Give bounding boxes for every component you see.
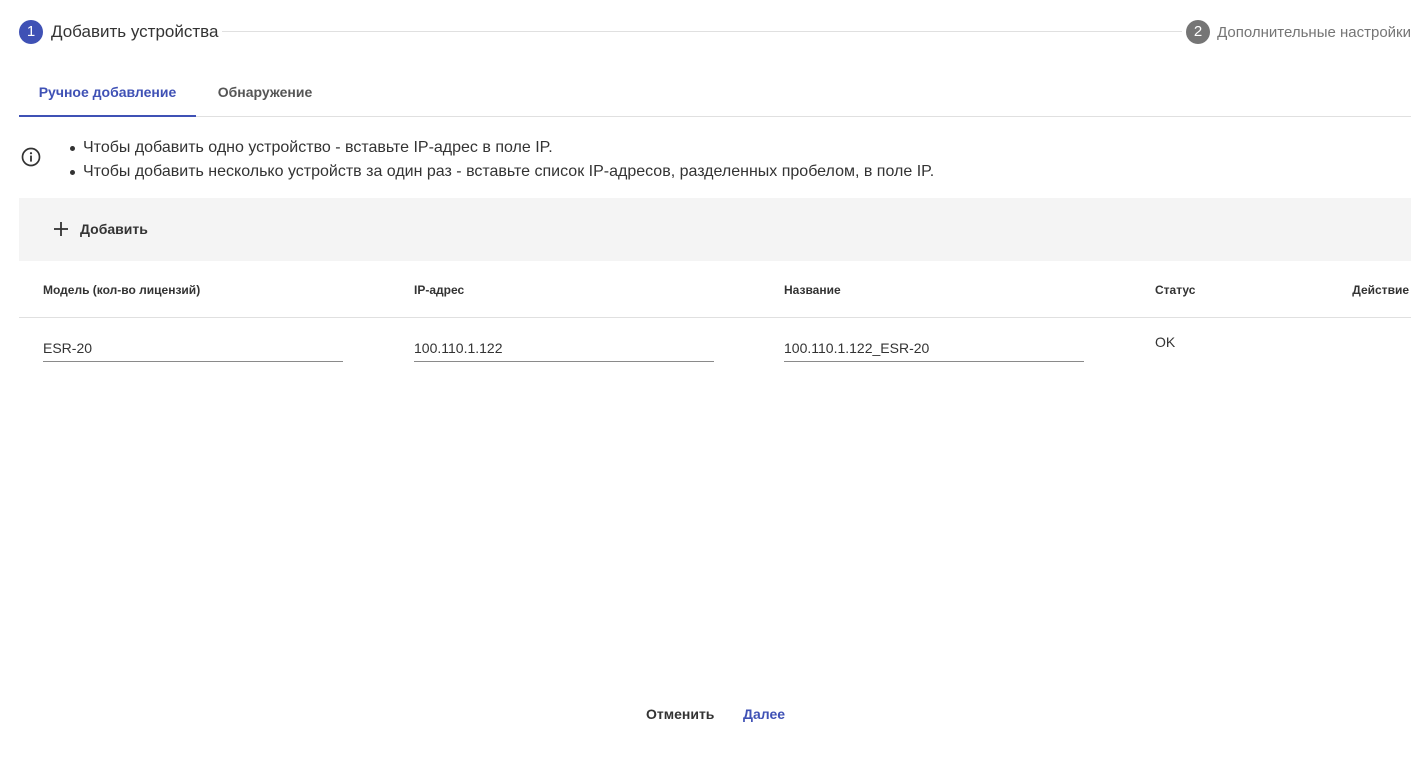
ip-address-input[interactable] (414, 336, 714, 360)
add-device-label: Добавить (80, 221, 148, 237)
column-header-model: Модель (кол-во лицензий) (43, 283, 201, 297)
stepper: 1 Добавить устройства 2 Дополнительные н… (19, 20, 1411, 44)
step-label-1: Добавить устройства (51, 22, 219, 41)
info-hints: Чтобы добавить одно устройство - вставьт… (70, 136, 934, 184)
table-header: Модель (кол-во лицензий) IP-адрес Назван… (19, 262, 1411, 318)
plus-icon (54, 222, 68, 236)
step-add-devices[interactable]: 1 Добавить устройства (19, 20, 218, 44)
active-tab-indicator (19, 115, 196, 117)
tab-manual-add[interactable]: Ручное добавление (19, 68, 196, 116)
step-additional-settings[interactable]: 2 Дополнительные настройки (1186, 20, 1411, 44)
tab-discovery[interactable]: Обнаружение (196, 68, 334, 116)
column-header-name: Название (784, 283, 841, 297)
step-number-2: 2 (1186, 20, 1211, 44)
next-button[interactable]: Далее (743, 697, 785, 731)
column-header-action: Действие (1352, 283, 1409, 297)
ip-field (414, 336, 714, 362)
model-input[interactable] (43, 336, 343, 360)
step-label-2: Дополнительные настройки (1217, 23, 1411, 41)
model-field (43, 336, 343, 362)
column-header-ip: IP-адрес (414, 283, 465, 297)
name-field (784, 336, 1084, 362)
device-name-input[interactable] (784, 336, 1084, 360)
info-hint-multiple: Чтобы добавить несколько устройств за од… (70, 160, 934, 184)
cancel-button[interactable]: Отменить (646, 697, 714, 731)
step-number-1: 1 (19, 20, 43, 44)
status-value: OK (1155, 334, 1176, 350)
wizard-footer: Отменить Далее (0, 697, 1428, 731)
info-hint-single: Чтобы добавить одно устройство - вставьт… (70, 136, 934, 160)
stepper-connector (222, 31, 1182, 32)
tab-bar: Ручное добавление Обнаружение (19, 68, 1411, 117)
column-header-status: Статус (1155, 283, 1196, 297)
add-device-button[interactable]: Добавить (43, 212, 160, 246)
table-row: OK (19, 318, 1411, 374)
info-circle-icon (21, 147, 41, 167)
table-toolbar: Добавить (19, 198, 1411, 261)
add-devices-page: 1 Добавить устройства 2 Дополнительные н… (0, 0, 1428, 761)
